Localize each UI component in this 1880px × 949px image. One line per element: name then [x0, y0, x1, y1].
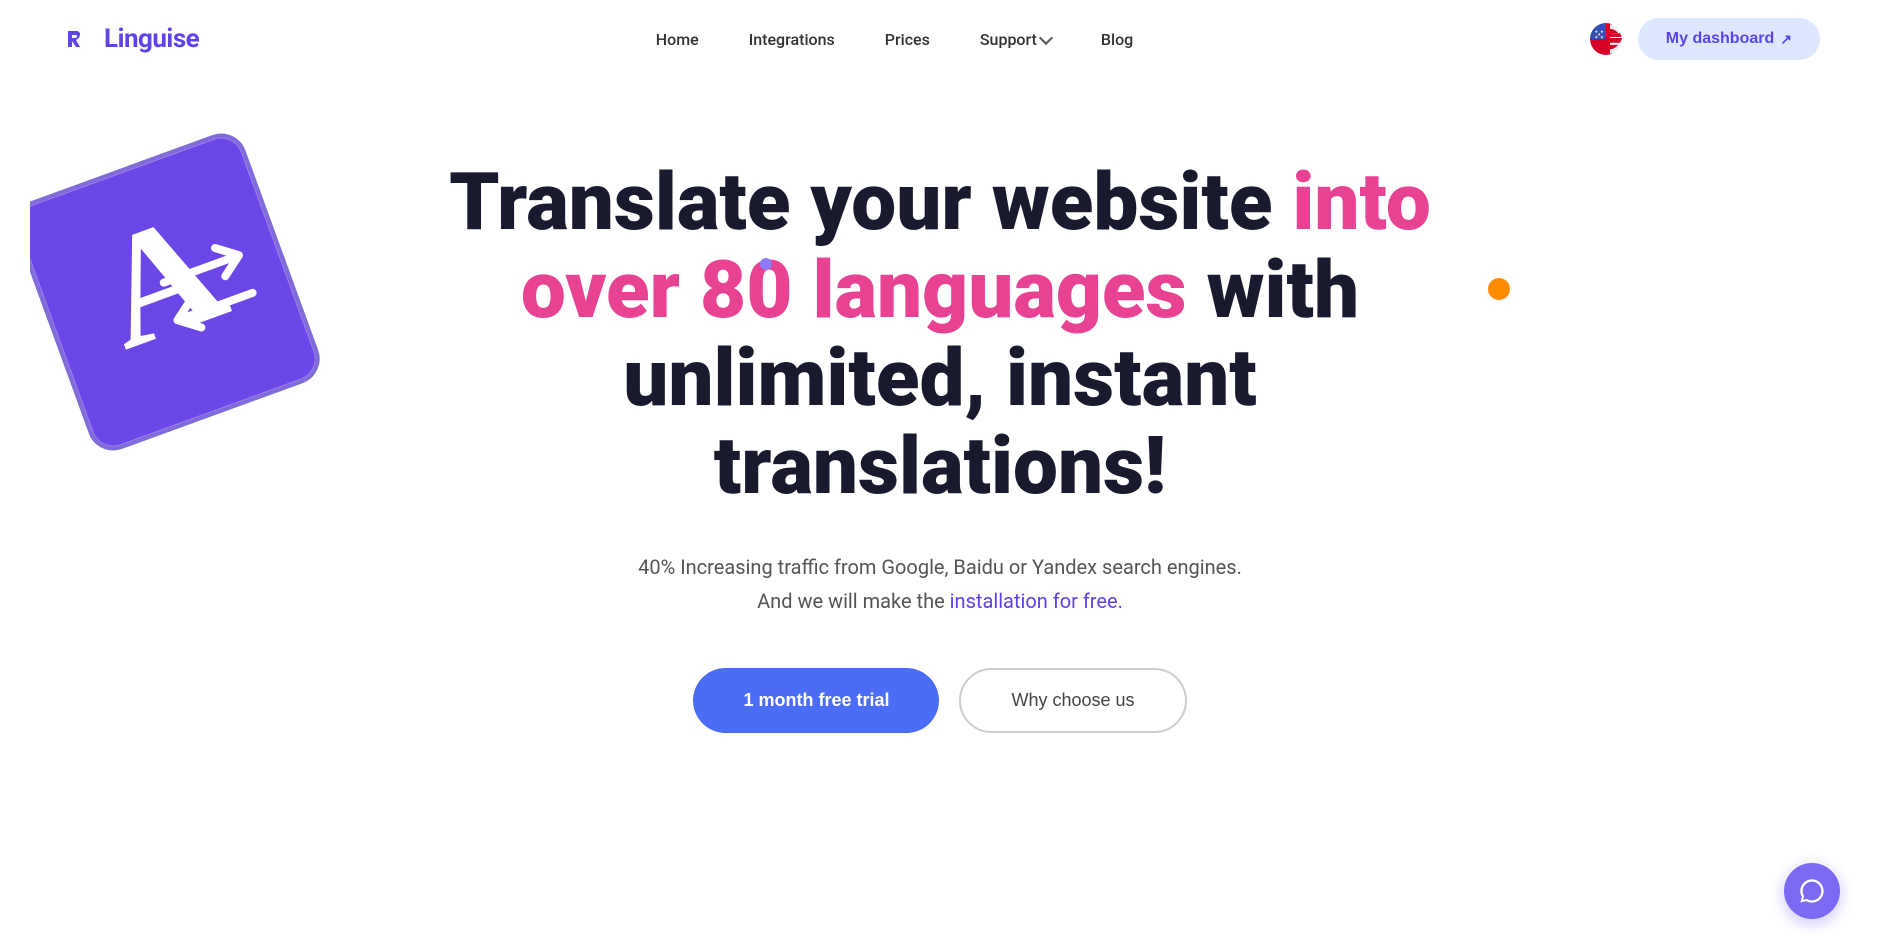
brand-name: Linguise	[104, 24, 199, 54]
orange-dot-decoration	[1488, 278, 1510, 300]
hero-title: Translate your website into over 80 lang…	[390, 158, 1490, 510]
logo[interactable]: Linguise	[60, 21, 199, 57]
nav-item-integrations[interactable]: Integrations	[749, 30, 835, 49]
support-chevron-icon	[1039, 31, 1053, 45]
navbar: Linguise Home Integrations Prices Suppor…	[0, 0, 1880, 78]
nav-right: My dashboard ↗	[1590, 18, 1820, 60]
hero-section: A Translate your website into over 80 la…	[0, 78, 1880, 813]
hero-cta-buttons: 1 month free trial Why choose us	[693, 668, 1186, 733]
chat-icon	[1798, 877, 1826, 905]
language-selector[interactable]	[1590, 23, 1622, 55]
chat-widget-button[interactable]	[1784, 863, 1840, 919]
nav-item-support[interactable]: Support	[980, 30, 1051, 49]
purple-dot-decoration	[760, 258, 772, 270]
logo-icon	[60, 21, 96, 57]
installation-free-link[interactable]: installation for free.	[950, 589, 1123, 613]
translation-card-icon: A	[30, 118, 330, 478]
nav-item-prices[interactable]: Prices	[885, 30, 930, 49]
why-choose-us-button[interactable]: Why choose us	[959, 668, 1186, 733]
nav-item-home[interactable]: Home	[656, 30, 699, 49]
hero-subtitle: 40% Increasing traffic from Google, Baid…	[638, 550, 1242, 618]
nav-links: Home Integrations Prices Support Blog	[656, 30, 1133, 49]
trial-button[interactable]: 1 month free trial	[693, 668, 939, 733]
dashboard-button[interactable]: My dashboard ↗	[1638, 18, 1820, 60]
external-link-icon: ↗	[1780, 31, 1792, 48]
nav-item-blog[interactable]: Blog	[1101, 30, 1133, 49]
